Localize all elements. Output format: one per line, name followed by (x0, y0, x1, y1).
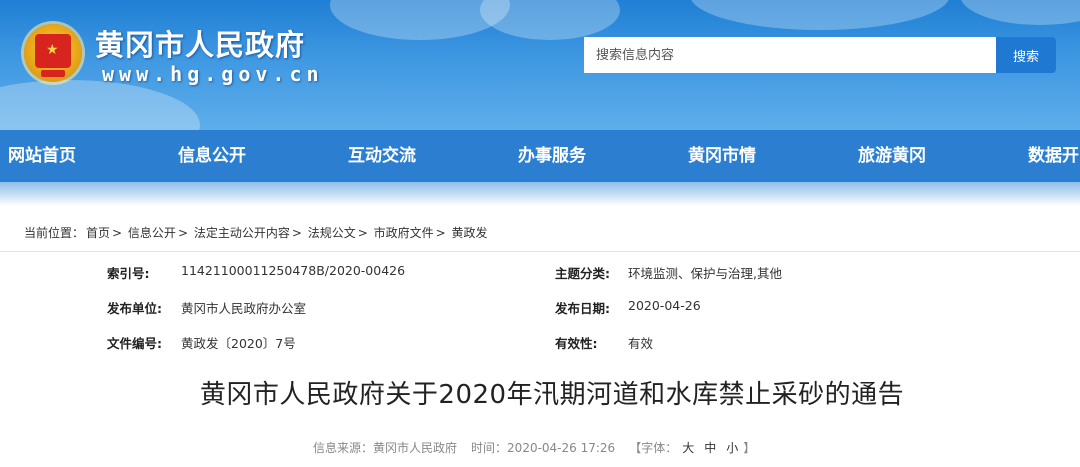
nav-bottom-gradient (0, 182, 1080, 206)
search-button[interactable]: 搜索 (996, 37, 1056, 73)
publisher-value: 黄冈市人民政府办公室 (181, 301, 307, 316)
font-size-small-button[interactable]: 小 (726, 441, 738, 455)
time-value: 2020-04-26 17:26 (507, 441, 616, 455)
nav-item-home[interactable]: 网站首页 (8, 130, 76, 182)
subject-value: 环境监测、保护与治理,其他 (628, 266, 782, 281)
font-size-large-button[interactable]: 大 (682, 441, 694, 455)
nav-item-services[interactable]: 办事服务 (518, 130, 586, 182)
breadcrumb-prefix: 当前位置： (24, 226, 85, 240)
breadcrumb-item-home[interactable]: 首页 (86, 226, 110, 240)
breadcrumb-item-regulations[interactable]: 法规公文 (308, 226, 356, 240)
nav-item-interaction[interactable]: 互动交流 (348, 130, 416, 182)
nav-item-city-profile[interactable]: 黄冈市情 (688, 130, 756, 182)
breadcrumb-item-info-disclosure[interactable]: 信息公开 (128, 226, 176, 240)
breadcrumb-item-statutory-content[interactable]: 法定主动公开内容 (194, 226, 290, 240)
publish-date-label: 发布日期: (555, 301, 610, 316)
subject-label: 主题分类: (555, 266, 610, 281)
doc-number-value: 黄政发〔2020〕7号 (181, 336, 296, 351)
header-cloud-decoration (960, 0, 1080, 25)
font-size-close: 】 (743, 441, 756, 455)
breadcrumb-divider (0, 251, 1080, 252)
index-label: 索引号: (107, 266, 150, 281)
font-size-label: 【字体： (629, 441, 678, 455)
validity-label: 有效性: (555, 336, 598, 351)
header-cloud-decoration (480, 0, 620, 40)
breadcrumb-separator: > (435, 226, 446, 240)
site-domain: www.hg.gov.cn (102, 62, 324, 86)
breadcrumb: 当前位置： 首页 > 信息公开 > 法定主动公开内容 > 法规公文 > 市政府文件 > 黄政… (24, 224, 490, 241)
breadcrumb-item-huangzhengfa[interactable]: 黄政发 (452, 226, 488, 240)
nav-item-tourism[interactable]: 旅游黄冈 (858, 130, 926, 182)
breadcrumb-separator: > (177, 226, 188, 240)
article-meta: 信息来源：黄冈市人民政府 时间：2020-04-26 17:26 【字体： 大中小】 (313, 439, 755, 456)
site-title[interactable]: 黄冈市人民政府 (95, 22, 305, 64)
header-cloud-decoration (0, 80, 200, 130)
main-nav: 网站首页 信息公开 互动交流 办事服务 黄冈市情 旅游黄冈 数据开 (0, 130, 1080, 182)
time-label: 时间： (471, 441, 508, 455)
emblem-gate (41, 70, 65, 77)
emblem-shield: ★ (35, 34, 71, 68)
source-label: 信息来源： (313, 441, 374, 455)
doc-number-label: 文件编号: (107, 336, 162, 351)
publisher-label: 发布单位: (107, 301, 162, 316)
index-value: 11421100011250478B/2020-00426 (181, 263, 406, 278)
nav-item-info-disclosure[interactable]: 信息公开 (178, 130, 246, 182)
search-input[interactable] (584, 37, 996, 73)
site-header: ★ 黄冈市人民政府 www.hg.gov.cn 搜索 (0, 0, 1080, 130)
breadcrumb-item-municipal-documents[interactable]: 市政府文件 (374, 226, 434, 240)
nav-item-open-data[interactable]: 数据开 (1028, 130, 1079, 182)
header-cloud-decoration (690, 0, 950, 30)
publish-date-value: 2020-04-26 (628, 298, 701, 313)
validity-value: 有效 (628, 336, 654, 351)
breadcrumb-separator: > (112, 226, 123, 240)
national-emblem-icon[interactable]: ★ (24, 24, 82, 82)
breadcrumb-separator: > (357, 226, 368, 240)
article-title: 黄冈市人民政府关于2020年汛期河道和水库禁止采砂的通告 (199, 380, 905, 410)
emblem-star-icon: ★ (46, 42, 59, 58)
font-size-medium-button[interactable]: 中 (704, 441, 716, 455)
source-value: 黄冈市人民政府 (373, 441, 458, 455)
breadcrumb-separator: > (291, 226, 302, 240)
